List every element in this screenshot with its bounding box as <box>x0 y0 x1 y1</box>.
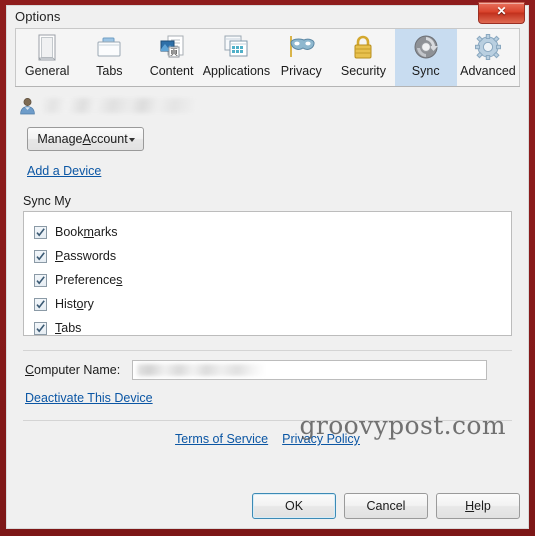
manage-account-label-after: ccount <box>90 132 128 146</box>
sync-my-list: Bookmarks Passwords Preferences History … <box>23 211 512 336</box>
tab-label: Content <box>149 64 194 78</box>
checkbox-tabs[interactable] <box>34 321 47 335</box>
tab-security[interactable]: Security <box>332 29 394 86</box>
computer-name-label: Computer Name: <box>25 363 121 377</box>
user-avatar-icon <box>19 97 36 115</box>
sync-item-bookmarks[interactable]: Bookmarks <box>34 220 511 244</box>
deactivate-this-device-link[interactable]: Deactivate This Device <box>25 391 153 405</box>
options-tabstrip: General Tabs 頁 Content Applications Priv… <box>15 28 520 86</box>
computer-name-row: Computer Name: <box>15 360 520 382</box>
tab-label: Security <box>340 64 387 78</box>
window-title: Options <box>15 9 61 24</box>
sync-item-preferences[interactable]: Preferences <box>34 268 511 292</box>
tab-general[interactable]: General <box>16 29 78 86</box>
general-icon <box>30 33 64 63</box>
window-inner: Options ✕ General Tabs 頁 Content Applica… <box>6 2 529 529</box>
svg-text:頁: 頁 <box>170 48 178 57</box>
dialog-body: General Tabs 頁 Content Applications Priv… <box>7 28 528 528</box>
advanced-gear-icon <box>471 33 505 63</box>
tab-sync[interactable]: Sync <box>394 29 457 86</box>
sync-item-label: Bookmarks <box>55 225 118 239</box>
sync-item-tabs[interactable]: Tabs <box>34 316 511 340</box>
sync-my-label: Sync My <box>23 194 71 208</box>
help-button[interactable]: Help <box>436 493 520 519</box>
checkbox-passwords[interactable] <box>34 249 47 263</box>
sync-item-label: Preferences <box>55 273 123 287</box>
tab-applications[interactable]: Applications <box>203 29 270 86</box>
close-button[interactable]: ✕ <box>478 2 525 24</box>
legal-links: Terms of Service Privacy Policy groovypos… <box>15 411 520 448</box>
divider <box>23 350 512 351</box>
add-a-device-link[interactable]: Add a Device <box>27 164 101 178</box>
manage-account-label-accel: A <box>82 132 91 146</box>
tab-content[interactable]: 頁 Content <box>140 29 202 86</box>
tab-privacy[interactable]: Privacy <box>270 29 332 86</box>
checkbox-history[interactable] <box>34 297 47 311</box>
sync-item-label: Tabs <box>55 321 82 335</box>
sync-item-label: History <box>55 297 94 311</box>
sync-icon <box>409 33 443 63</box>
options-window: Options ✕ General Tabs 頁 Content Applica… <box>0 0 535 536</box>
checkbox-preferences[interactable] <box>34 273 47 287</box>
sync-item-label: Passwords <box>55 249 117 263</box>
tab-label: Applications <box>202 64 271 78</box>
sync-item-history[interactable]: History <box>34 292 511 316</box>
computer-name-redacted-value <box>137 364 265 376</box>
cancel-button[interactable]: Cancel <box>344 493 428 519</box>
terms-of-service-link[interactable]: Terms of Service <box>175 432 268 446</box>
tabs-icon <box>92 33 126 63</box>
tab-tabs[interactable]: Tabs <box>78 29 140 86</box>
tab-label: Privacy <box>280 64 322 78</box>
applications-icon <box>219 33 253 63</box>
ok-button[interactable]: OK <box>252 493 336 519</box>
title-bar: Options ✕ <box>7 2 528 30</box>
account-name-redacted <box>43 98 198 113</box>
tab-label: Tabs <box>96 64 123 78</box>
close-icon: ✕ <box>496 4 507 18</box>
privacy-policy-link[interactable]: Privacy Policy <box>282 432 360 446</box>
tab-label: General <box>24 64 70 78</box>
manage-account-label-before: Manage <box>37 132 83 146</box>
tab-label: Sync <box>411 64 440 78</box>
privacy-mask-icon <box>284 33 318 63</box>
computer-name-input[interactable] <box>132 360 487 380</box>
security-lock-icon <box>346 33 380 63</box>
chevron-down-icon <box>129 138 135 142</box>
checkbox-bookmarks[interactable] <box>34 225 47 239</box>
sync-item-passwords[interactable]: Passwords <box>34 244 511 268</box>
account-row <box>19 96 520 118</box>
content-icon: 頁 <box>155 33 189 63</box>
dialog-button-bar: OK Cancel Help <box>252 493 520 519</box>
divider <box>23 420 512 421</box>
sync-panel: Manage Account Add a Device Sync My Book… <box>15 87 520 448</box>
manage-account-button[interactable]: Manage Account <box>27 127 144 151</box>
tab-label: Advanced <box>460 64 516 78</box>
tab-advanced[interactable]: Advanced <box>457 29 519 86</box>
